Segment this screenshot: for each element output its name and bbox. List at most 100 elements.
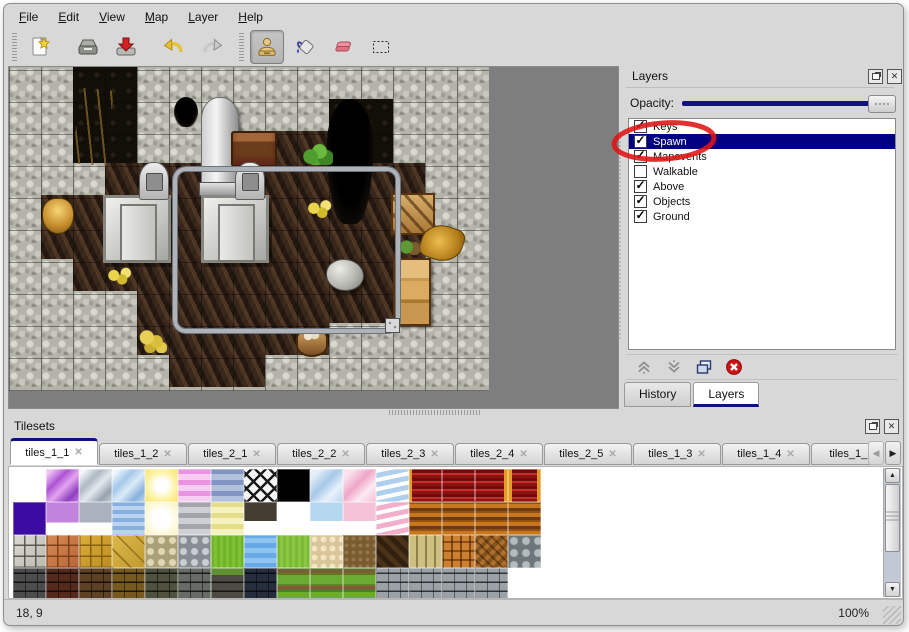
tileset-tab-tiles_2_5[interactable]: tiles_2_5✕ [544, 443, 632, 465]
palette-tile[interactable] [277, 502, 310, 535]
tab-close-icon[interactable]: ✕ [341, 449, 349, 460]
layer-visibility-checkbox[interactable]: ✓ [634, 180, 647, 193]
palette-tile[interactable] [343, 535, 376, 568]
palette-tile[interactable] [442, 535, 475, 568]
palette-tile[interactable] [178, 535, 211, 568]
tileset-tab-tiles_1_2[interactable]: tiles_1_2✕ [99, 443, 187, 465]
palette-tile[interactable] [178, 568, 211, 599]
tab-close-icon[interactable]: ✕ [697, 449, 705, 460]
tile-palette[interactable]: ▲ ▼ [8, 466, 903, 599]
layer-visibility-checkbox[interactable] [634, 165, 647, 178]
tab-close-icon[interactable]: ✕ [608, 449, 616, 460]
layer-visibility-checkbox[interactable]: ✓ [634, 135, 647, 148]
palette-tile[interactable] [13, 568, 46, 599]
horizontal-splitter[interactable] [389, 409, 481, 416]
scroll-tabs-right-icon[interactable]: ▶ [885, 441, 901, 465]
palette-tile[interactable] [277, 535, 310, 568]
palette-tile[interactable] [145, 568, 178, 599]
tileset-tab-tiles_2_2[interactable]: tiles_2_2✕ [277, 443, 365, 465]
eraser-tool-button[interactable] [326, 30, 360, 64]
palette-tile[interactable] [376, 502, 409, 535]
palette-tile[interactable] [244, 469, 277, 502]
palette-tile[interactable] [13, 535, 46, 568]
raise-layer-button[interactable] [634, 357, 654, 377]
opacity-slider[interactable] [682, 101, 894, 106]
palette-tile[interactable] [310, 469, 343, 502]
scroll-tabs-left-icon[interactable]: ◀ [868, 441, 884, 465]
palette-tile[interactable] [79, 535, 112, 568]
layer-row-objects[interactable]: ✓Objects [629, 194, 895, 209]
menu-item-help[interactable]: Help [229, 8, 272, 26]
dock-tab-layers[interactable]: Layers [693, 382, 759, 407]
open-button[interactable] [71, 30, 105, 64]
palette-tile[interactable] [112, 568, 145, 599]
palette-tile[interactable] [409, 535, 442, 568]
dock-tab-history[interactable]: History [624, 382, 691, 407]
close-tilesets-icon[interactable]: ✕ [884, 419, 899, 434]
save-button[interactable] [109, 30, 143, 64]
tab-close-icon[interactable]: ✕ [430, 449, 438, 460]
map-canvas[interactable] [8, 66, 619, 409]
palette-tile[interactable] [79, 502, 112, 535]
palette-tile[interactable] [508, 535, 541, 568]
palette-tile[interactable] [376, 469, 409, 502]
palette-tile[interactable] [211, 502, 244, 535]
palette-tile[interactable] [112, 502, 145, 535]
toolbar-drag-handle[interactable] [12, 33, 17, 61]
tab-close-icon[interactable]: ✕ [74, 447, 82, 458]
palette-tile[interactable] [442, 502, 475, 535]
palette-tile[interactable] [376, 535, 409, 568]
palette-tile[interactable] [145, 469, 178, 502]
fill-tool-button[interactable] [288, 30, 322, 64]
palette-tile[interactable] [46, 469, 79, 502]
layer-row-spawn[interactable]: ✓Spawn [629, 134, 895, 149]
duplicate-layer-button[interactable] [694, 357, 714, 377]
palette-tile[interactable] [79, 469, 112, 502]
undo-button[interactable] [157, 30, 191, 64]
delete-layer-button[interactable] [724, 357, 744, 377]
stamp-tool-button[interactable] [250, 30, 284, 64]
tileset-tab-tiles_1_1[interactable]: tiles_1_1✕ [10, 438, 98, 465]
menu-item-layer[interactable]: Layer [179, 8, 227, 26]
tileset-tab-tiles_2_4[interactable]: tiles_2_4✕ [455, 443, 543, 465]
scroll-up-icon[interactable]: ▲ [885, 468, 900, 483]
close-panel-icon[interactable]: ✕ [887, 69, 902, 84]
palette-scrollbar[interactable]: ▲ ▼ [883, 468, 901, 597]
palette-tile[interactable] [145, 535, 178, 568]
menu-item-map[interactable]: Map [136, 8, 177, 26]
palette-tile[interactable] [310, 568, 343, 599]
palette-tile[interactable] [277, 469, 310, 502]
palette-tile[interactable] [244, 568, 277, 599]
lower-layer-button[interactable] [664, 357, 684, 377]
layer-row-mapevents[interactable]: ✓Mapevents [629, 149, 895, 164]
selection-resize-handle[interactable] [385, 318, 400, 333]
palette-tile[interactable] [409, 568, 442, 599]
palette-tile[interactable] [475, 469, 508, 502]
tileset-tab-tiles_1_3[interactable]: tiles_1_3✕ [633, 443, 721, 465]
layer-row-ground[interactable]: ✓Ground [629, 209, 895, 224]
menu-item-file[interactable]: File [10, 8, 47, 26]
palette-tile[interactable] [178, 502, 211, 535]
palette-tile[interactable] [442, 469, 475, 502]
palette-tile[interactable] [343, 568, 376, 599]
palette-tile[interactable] [244, 535, 277, 568]
palette-tile[interactable] [46, 502, 79, 535]
palette-tile[interactable] [409, 502, 442, 535]
palette-tile[interactable] [211, 535, 244, 568]
tileset-tab-tiles_2_3[interactable]: tiles_2_3✕ [366, 443, 454, 465]
layer-row-walkable[interactable]: Walkable [629, 164, 895, 179]
tileset-tab-tiles_1_4[interactable]: tiles_1_4✕ [722, 443, 810, 465]
scrollbar-thumb[interactable] [885, 484, 900, 552]
tab-close-icon[interactable]: ✕ [163, 449, 171, 460]
layer-visibility-checkbox[interactable]: ✓ [634, 195, 647, 208]
palette-tile[interactable] [475, 535, 508, 568]
palette-tile[interactable] [475, 568, 508, 599]
palette-tile[interactable] [409, 469, 442, 502]
palette-tile[interactable] [376, 568, 409, 599]
palette-tile[interactable] [442, 568, 475, 599]
toolbar-drag-handle-2[interactable] [239, 33, 244, 61]
resize-grip[interactable] [883, 606, 901, 624]
palette-tile[interactable] [112, 535, 145, 568]
palette-tile[interactable] [310, 535, 343, 568]
layer-visibility-checkbox[interactable]: ✓ [634, 150, 647, 163]
